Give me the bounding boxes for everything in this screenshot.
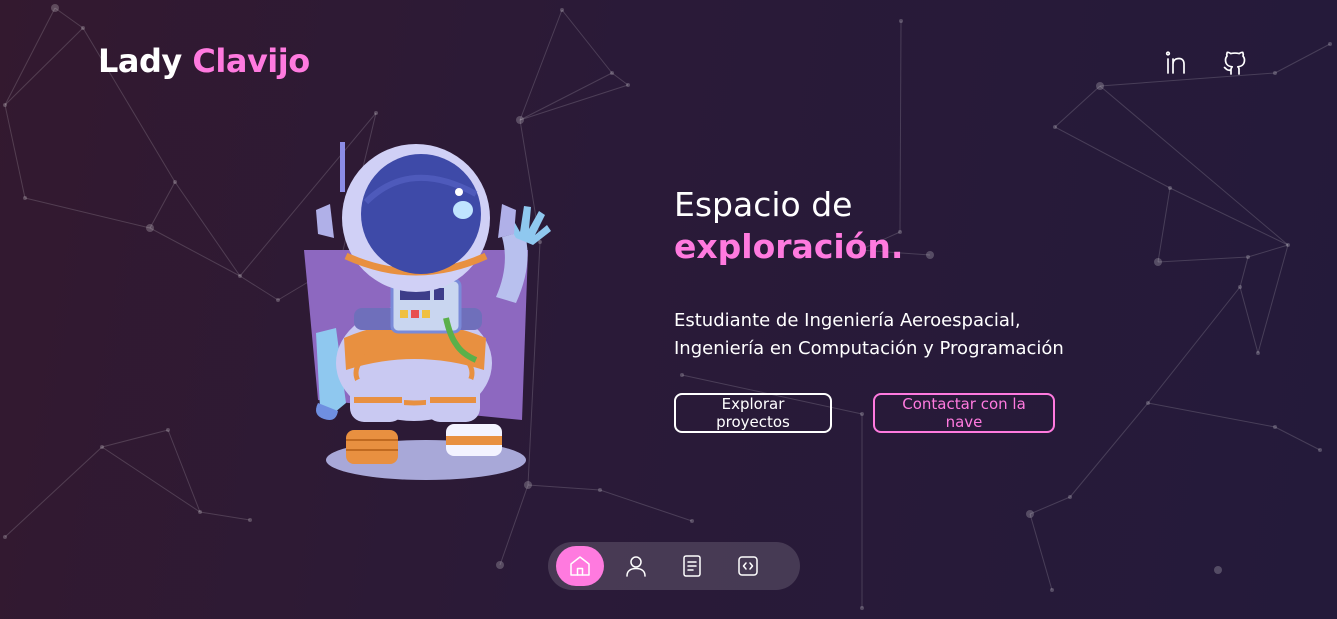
home-icon	[570, 556, 590, 576]
hero-title-accent: exploración.	[674, 227, 904, 266]
site-logo[interactable]: Lady Clavijo	[98, 42, 310, 80]
bottom-navigation-dock	[548, 542, 800, 590]
github-link[interactable]	[1219, 46, 1251, 78]
code-icon	[738, 556, 758, 576]
linkedin-icon	[1165, 51, 1185, 74]
dock-item-projects[interactable]	[724, 546, 772, 586]
hero-description: Estudiante de Ingeniería Aeroespacial, I…	[674, 310, 1064, 359]
dock-item-about[interactable]	[612, 546, 660, 586]
dock-item-resume[interactable]	[668, 546, 716, 586]
particle-network-background	[3, 4, 1332, 610]
hero-title-line1: Espacio de	[674, 185, 853, 224]
dock-item-home[interactable]	[556, 546, 604, 586]
astronaut-illustration	[304, 142, 551, 480]
hero-title: Espacio de exploración.	[674, 184, 903, 268]
logo-last-name: Clavijo	[192, 42, 310, 80]
user-icon	[626, 556, 646, 577]
document-icon	[683, 555, 701, 577]
logo-first-name: Lady	[98, 42, 182, 80]
explore-projects-button[interactable]: Explorar proyectos	[674, 393, 832, 433]
contact-button[interactable]: Contactar con la nave	[873, 393, 1055, 433]
github-icon	[1223, 51, 1246, 75]
linkedin-link[interactable]	[1161, 46, 1193, 78]
